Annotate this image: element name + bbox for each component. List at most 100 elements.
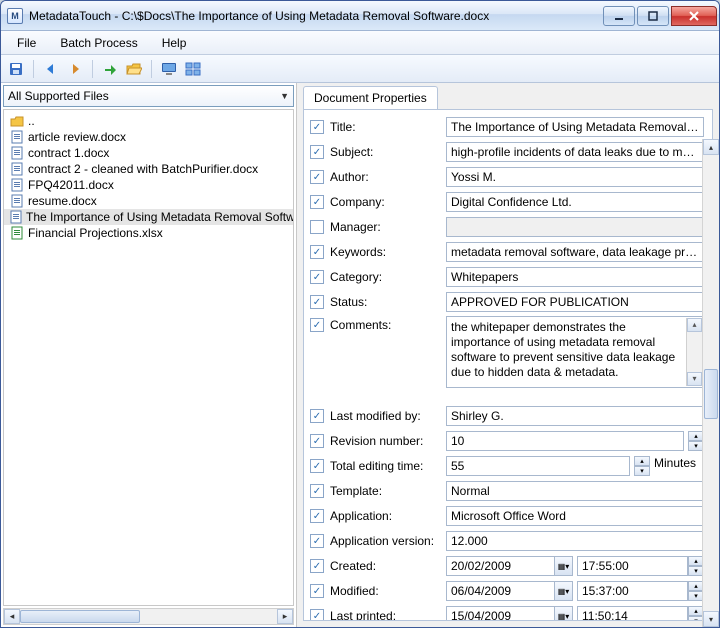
tab-strip: Document Properties	[297, 83, 719, 109]
prop-manager: ✓ Manager:	[310, 216, 704, 238]
prop-application: ✓ Application: Microsoft Office Word	[310, 505, 704, 527]
spin-up-icon[interactable]: ▴	[634, 456, 650, 466]
scroll-up-icon[interactable]: ▴	[703, 139, 719, 155]
file-item[interactable]: article review.docx	[4, 129, 293, 145]
toolbar-separator	[33, 60, 34, 78]
category-input[interactable]: Whitepapers	[446, 267, 704, 287]
checkbox[interactable]: ✓	[310, 584, 324, 598]
close-icon	[689, 11, 699, 21]
docx-icon	[10, 146, 24, 160]
modified-time-picker[interactable]: 15:37:00 ▴▾	[577, 581, 704, 601]
open-folder-button[interactable]	[125, 60, 143, 78]
parent-folder-item[interactable]: ..	[4, 113, 293, 129]
file-list[interactable]: .. article review.docx contract 1.docx c…	[3, 109, 294, 606]
checkbox[interactable]: ✓	[310, 245, 324, 259]
checkbox[interactable]: ✓	[310, 609, 324, 621]
scroll-thumb[interactable]	[704, 369, 718, 419]
checkbox[interactable]: ✓	[310, 220, 324, 234]
manager-input[interactable]	[446, 217, 704, 237]
file-list-hscrollbar[interactable]: ◂ ▸	[3, 608, 294, 625]
maximize-button[interactable]	[637, 6, 669, 26]
app-version-input[interactable]: 12.000	[446, 531, 704, 551]
calendar-icon[interactable]: ▦▾	[555, 556, 573, 576]
last-printed-time-input[interactable]: 11:50:14	[577, 606, 688, 621]
checkbox[interactable]: ✓	[310, 409, 324, 423]
checkbox[interactable]: ✓	[310, 459, 324, 473]
created-date-input[interactable]: 20/02/2009	[446, 556, 555, 576]
scroll-up-icon[interactable]: ▴	[687, 318, 702, 332]
last-modified-by-input[interactable]: Shirley G.	[446, 406, 704, 426]
checkbox[interactable]: ✓	[310, 170, 324, 184]
file-name: contract 2 - cleaned with BatchPurifier.…	[28, 162, 258, 176]
editing-time-input[interactable]: 55	[446, 456, 630, 476]
file-filter-combo[interactable]: All Supported Files ▼	[3, 85, 294, 107]
keywords-input[interactable]: metadata removal software, data leakage …	[446, 242, 704, 262]
modified-date-input[interactable]: 06/04/2009	[446, 581, 555, 601]
file-item[interactable]: contract 1.docx	[4, 145, 293, 161]
file-item[interactable]: Financial Projections.xlsx	[4, 225, 293, 241]
checkbox[interactable]: ✓	[310, 509, 324, 523]
views-button[interactable]	[184, 60, 202, 78]
checkbox[interactable]: ✓	[310, 270, 324, 284]
calendar-icon[interactable]: ▦▾	[555, 581, 573, 601]
menu-help[interactable]: Help	[150, 33, 199, 53]
author-input[interactable]: Yossi M.	[446, 167, 704, 187]
file-item-selected[interactable]: The Importance of Using Metadata Removal…	[4, 209, 293, 225]
scroll-down-icon[interactable]: ▾	[687, 372, 702, 386]
created-date-picker[interactable]: 20/02/2009 ▦▾	[446, 556, 573, 576]
comments-textarea[interactable]: the whitepaper demonstrates the importan…	[446, 316, 704, 388]
last-printed-time-picker[interactable]: 11:50:14 ▴▾	[577, 606, 704, 621]
calendar-icon[interactable]: ▦▾	[555, 606, 573, 621]
application-input[interactable]: Microsoft Office Word	[446, 506, 704, 526]
modified-date-picker[interactable]: 06/04/2009 ▦▾	[446, 581, 573, 601]
nav-forward-button[interactable]	[66, 60, 84, 78]
nav-back-button[interactable]	[42, 60, 60, 78]
scroll-right-icon[interactable]: ▸	[277, 609, 293, 624]
file-name: FPQ42011.docx	[28, 178, 114, 192]
last-printed-date-input[interactable]: 15/04/2009	[446, 606, 555, 621]
monitor-button[interactable]	[160, 60, 178, 78]
menu-file[interactable]: File	[5, 33, 48, 53]
window-vscrollbar[interactable]: ▴ ▾	[702, 139, 719, 627]
template-input[interactable]: Normal	[446, 481, 704, 501]
checkbox[interactable]: ✓	[310, 318, 324, 332]
prop-company: ✓ Company: Digital Confidence Ltd.	[310, 191, 704, 213]
checkbox[interactable]: ✓	[310, 484, 324, 498]
checkbox[interactable]: ✓	[310, 295, 324, 309]
go-button[interactable]	[101, 60, 119, 78]
prop-label: Total editing time:	[330, 459, 440, 473]
last-printed-date-picker[interactable]: 15/04/2009 ▦▾	[446, 606, 573, 621]
checkbox[interactable]: ✓	[310, 120, 324, 134]
checkbox[interactable]: ✓	[310, 534, 324, 548]
revision-input[interactable]: 10	[446, 431, 684, 451]
created-time-picker[interactable]: 17:55:00 ▴▾	[577, 556, 704, 576]
comments-scrollbar[interactable]: ▴ ▾	[686, 318, 702, 386]
file-item[interactable]: contract 2 - cleaned with BatchPurifier.…	[4, 161, 293, 177]
tab-document-properties[interactable]: Document Properties	[303, 86, 438, 109]
close-button[interactable]	[671, 6, 717, 26]
scroll-down-icon[interactable]: ▾	[703, 611, 719, 627]
spin-down-icon[interactable]: ▾	[634, 466, 650, 476]
status-input[interactable]: APPROVED FOR PUBLICATION	[446, 292, 704, 312]
editing-time-spinner[interactable]: ▴▾	[634, 456, 650, 476]
prop-title: ✓ Title: The Importance of Using Metadat…	[310, 116, 704, 138]
checkbox[interactable]: ✓	[310, 559, 324, 573]
checkbox[interactable]: ✓	[310, 145, 324, 159]
prop-modified: ✓ Modified: 06/04/2009 ▦▾ 15:37:00 ▴▾	[310, 580, 704, 602]
checkbox[interactable]: ✓	[310, 195, 324, 209]
save-button[interactable]	[7, 60, 25, 78]
file-item[interactable]: FPQ42011.docx	[4, 177, 293, 193]
title-input[interactable]: The Importance of Using Metadata Removal…	[446, 117, 704, 137]
prop-label: Last printed:	[330, 609, 440, 621]
scroll-left-icon[interactable]: ◂	[4, 609, 20, 624]
modified-time-input[interactable]: 15:37:00	[577, 581, 688, 601]
menu-batch-process[interactable]: Batch Process	[48, 33, 149, 53]
minimize-button[interactable]	[603, 6, 635, 26]
file-item[interactable]: resume.docx	[4, 193, 293, 209]
checkbox[interactable]: ✓	[310, 434, 324, 448]
content-area: All Supported Files ▼ .. article review.…	[1, 83, 719, 627]
company-input[interactable]: Digital Confidence Ltd.	[446, 192, 704, 212]
scroll-thumb[interactable]	[20, 610, 140, 623]
subject-input[interactable]: high-profile incidents of data leaks due…	[446, 142, 704, 162]
created-time-input[interactable]: 17:55:00	[577, 556, 688, 576]
